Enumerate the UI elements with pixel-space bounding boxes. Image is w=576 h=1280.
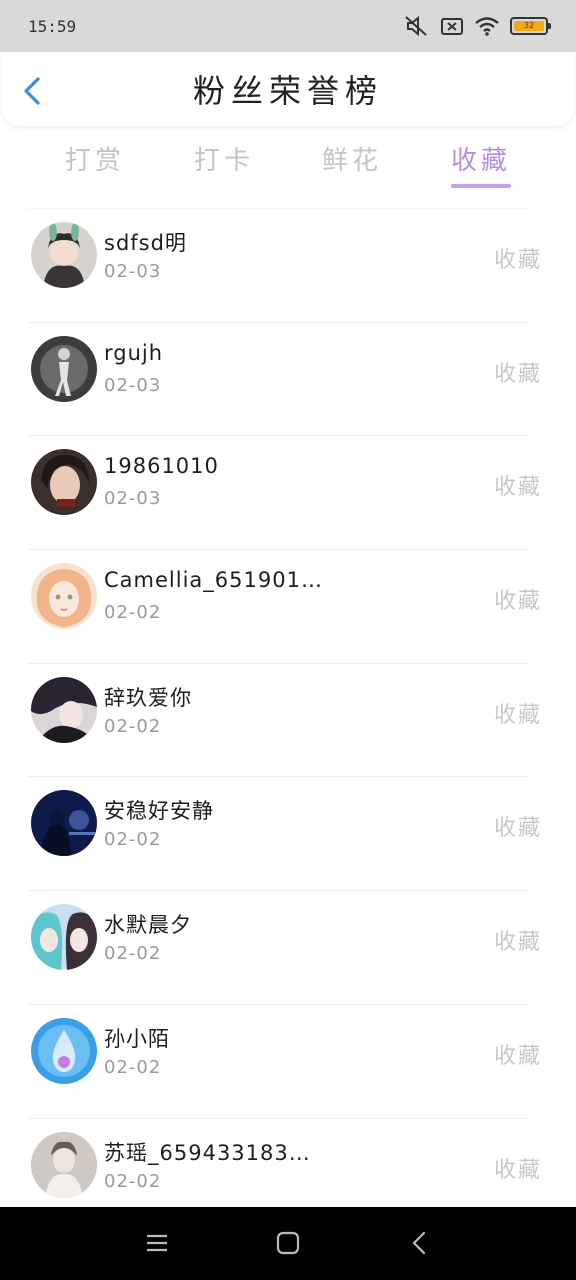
chevron-left-icon[interactable] (20, 76, 44, 106)
fan-name: sdfsd明 (104, 231, 187, 255)
avatar (31, 1017, 97, 1084)
page-title: 粉丝荣誉榜 (192, 72, 383, 110)
tab-label: 打赏 (64, 146, 125, 176)
status-bar: 15:59 32 (0, 0, 576, 52)
list-item[interactable]: rgujh 02-03 收藏 (28, 321, 540, 436)
tab-active-indicator (451, 184, 511, 188)
action-label: 收藏 (493, 1157, 542, 1183)
list-item[interactable]: 辞玖爱你 02-02 收藏 (28, 662, 540, 777)
avatar (31, 335, 97, 402)
back-icon[interactable] (406, 1229, 434, 1257)
fan-list: sdfsd明 02-03 收藏 rgujh 02-03 收藏 19861010 … (0, 208, 576, 1231)
tab-label: 收藏 (450, 146, 511, 176)
fan-name: 19861010 (104, 454, 219, 479)
action-label: 收藏 (493, 816, 542, 842)
system-nav-bar (0, 1207, 576, 1280)
avatar (31, 790, 97, 857)
tab-checkin[interactable]: 打卡 (174, 140, 274, 177)
header: 粉丝荣誉榜 (2, 52, 574, 126)
menu-icon[interactable] (143, 1229, 171, 1257)
avatar (31, 676, 97, 743)
avatar (31, 904, 97, 971)
fan-date: 02-02 (104, 1170, 162, 1192)
sim-off-icon (440, 16, 464, 36)
fan-name: 孙小陌 (104, 1026, 170, 1051)
fan-name: Camellia_65190135671 (104, 568, 324, 593)
fan-date: 02-02 (104, 602, 162, 624)
list-item[interactable]: Camellia_65190135671 02-02 收藏 (28, 549, 540, 663)
home-icon[interactable] (274, 1229, 302, 1257)
wifi-icon (474, 16, 500, 36)
battery-icon: 32 (510, 17, 551, 35)
tab-favorites[interactable]: 收藏 (431, 140, 531, 188)
list-item[interactable]: 孙小陌 02-02 收藏 (28, 1003, 540, 1118)
tab-bar: 打赏 打卡 鲜花 收藏 (0, 140, 576, 190)
fan-name: 安稳好安静 (104, 799, 214, 824)
fan-date: 02-02 (104, 715, 162, 737)
fan-date: 02-02 (104, 829, 162, 851)
fan-name: 苏瑶_65943318322… (104, 1140, 324, 1165)
avatar (31, 449, 97, 516)
action-label: 收藏 (493, 702, 542, 728)
list-item[interactable]: 19861010 02-03 收藏 (28, 435, 540, 549)
fan-name: 辞玖爱你 (104, 685, 192, 710)
action-label: 收藏 (493, 930, 542, 956)
tab-tips[interactable]: 打赏 (45, 140, 145, 177)
action-label: 收藏 (493, 475, 542, 501)
avatar (31, 563, 97, 630)
avatar (31, 222, 97, 288)
status-icons: 32 (404, 15, 551, 37)
list-item[interactable]: 水默晨夕 02-02 收藏 (28, 890, 540, 1004)
tab-flowers[interactable]: 鲜花 (302, 140, 402, 177)
action-label: 收藏 (493, 1043, 542, 1069)
fan-date: 02-02 (104, 943, 162, 965)
tab-label: 打卡 (193, 146, 254, 176)
action-label: 收藏 (493, 361, 542, 387)
action-label: 收藏 (493, 589, 542, 615)
fan-name: rgujh (104, 340, 164, 365)
avatar (31, 1131, 97, 1198)
fan-name: 水默晨夕 (104, 913, 192, 938)
list-item[interactable]: 安稳好安静 02-02 收藏 (28, 776, 540, 890)
fan-date: 02-03 (104, 261, 162, 282)
mute-icon (404, 15, 430, 37)
battery-level: 32 (514, 21, 544, 31)
tab-label: 鲜花 (321, 146, 382, 176)
status-time: 15:59 (28, 16, 77, 36)
list-item[interactable]: sdfsd明 02-03 收藏 (28, 208, 540, 322)
action-label: 收藏 (493, 248, 542, 273)
fan-date: 02-03 (104, 488, 162, 510)
fan-date: 02-03 (104, 374, 162, 396)
fan-date: 02-02 (104, 1056, 162, 1078)
